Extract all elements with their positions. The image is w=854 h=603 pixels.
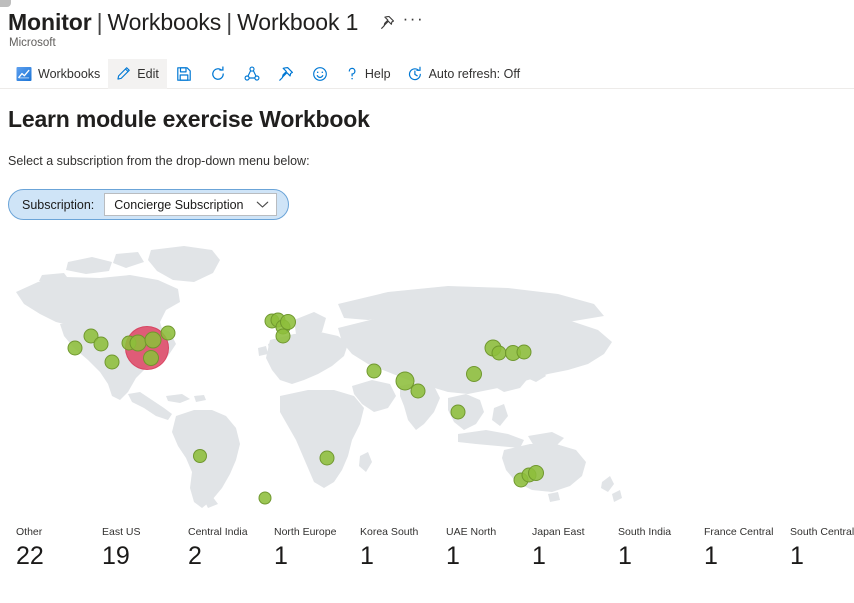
map-marker-us-west[interactable]	[104, 354, 120, 370]
region-stat-value: 1	[704, 542, 718, 570]
region-stat-cell[interactable]: Other 22	[16, 526, 102, 572]
command-feedback[interactable]	[303, 59, 337, 89]
region-stat-label: Other	[16, 526, 43, 538]
region-stat-cell[interactable]: Japan East 1	[532, 526, 618, 572]
subscription-label: Subscription:	[22, 197, 95, 212]
subscription-dropdown-value: Concierge Subscription	[114, 197, 244, 212]
region-stat-cell[interactable]: South India 1	[618, 526, 704, 572]
share-icon	[244, 66, 260, 82]
command-help-label: Help	[364, 66, 391, 81]
region-stat-cell[interactable]: East US 19	[102, 526, 188, 572]
region-stat-cell[interactable]: Central India 2	[188, 526, 274, 572]
world-map-visualization[interactable]	[8, 244, 846, 512]
breadcrumb-separator-1: |	[96, 9, 103, 35]
region-stat-value: 2	[188, 542, 202, 570]
region-stat-label: UAE North	[446, 526, 497, 538]
region-stat-cell[interactable]: Korea South 1	[360, 526, 446, 572]
map-marker-canada-central[interactable]	[93, 336, 109, 352]
region-stat-value: 1	[274, 542, 288, 570]
region-stat-label: Central India	[188, 526, 248, 538]
map-marker-france-central[interactable]	[275, 328, 291, 344]
region-stat-cell[interactable]: South Central US 1	[790, 526, 854, 572]
command-workbooks-label: Workbooks	[38, 66, 101, 81]
workbook-body: Learn module exercise Workbook Select a …	[0, 106, 854, 572]
map-markers-layer	[8, 244, 846, 512]
pin-icon	[278, 66, 294, 82]
map-marker-japan-east[interactable]	[516, 344, 532, 360]
map-marker-us-northeast[interactable]	[160, 325, 176, 341]
map-marker-us-northwest[interactable]	[67, 340, 83, 356]
map-marker-south-india[interactable]	[410, 383, 426, 399]
workbook-description: Select a subscription from the drop-down…	[8, 154, 310, 168]
region-stat-value: 1	[532, 542, 546, 570]
pin-blade-button[interactable]	[376, 11, 398, 33]
map-marker-us-southeast[interactable]	[143, 350, 159, 366]
breadcrumb-segment-workbooks[interactable]: Workbooks	[107, 9, 221, 35]
breadcrumb-segment-workbook-1: Workbook 1	[237, 9, 359, 35]
more-options-button[interactable]: ···	[402, 10, 424, 33]
command-pin[interactable]	[269, 59, 303, 89]
title-actions: ···	[376, 10, 424, 33]
map-marker-south-atlantic[interactable]	[258, 491, 272, 505]
refresh-icon	[210, 65, 226, 82]
command-save[interactable]	[167, 59, 201, 89]
region-stat-label: Korea South	[360, 526, 419, 538]
save-icon	[176, 66, 192, 82]
region-stat-value: 1	[790, 542, 804, 570]
region-stat-label: North Europe	[274, 526, 337, 538]
region-stat-value: 22	[16, 542, 44, 570]
region-stat-cell[interactable]: France Central 1	[704, 526, 790, 572]
map-marker-brazil-south[interactable]	[193, 449, 207, 463]
page-header: Monitor | Workbooks | Workbook 1 ··· Microso…	[0, 0, 854, 49]
map-marker-australia-east[interactable]	[528, 465, 544, 481]
subscription-dropdown[interactable]: Concierge Subscription	[104, 193, 277, 216]
command-auto-refresh[interactable]: Auto refresh: Off	[399, 59, 528, 89]
command-auto-refresh-label: Auto refresh: Off	[428, 66, 521, 81]
region-stat-label: South India	[618, 526, 672, 538]
smiley-icon	[312, 66, 328, 82]
parameters-bar: Subscription: Concierge Subscription	[8, 189, 289, 220]
command-refresh[interactable]	[201, 59, 235, 89]
command-edit[interactable]: Edit	[108, 58, 167, 89]
pin-icon	[380, 15, 395, 30]
map-marker-china-east[interactable]	[466, 366, 482, 382]
region-stat-cell[interactable]: UAE North 1	[446, 526, 532, 572]
breadcrumb-segment-monitor[interactable]: Monitor	[8, 9, 92, 35]
region-stat-value: 19	[102, 542, 130, 570]
page-subtitle: Microsoft	[9, 37, 56, 49]
page-title: Monitor | Workbooks | Workbook 1	[8, 7, 358, 37]
region-stat-label: East US	[102, 526, 141, 538]
region-stats-row: Other 22 East US 19 Central India 2 North Euro…	[8, 526, 854, 572]
region-stat-label: South Central US	[790, 526, 854, 538]
command-share[interactable]	[235, 59, 269, 89]
question-icon	[345, 66, 359, 82]
command-edit-label: Edit	[137, 66, 159, 81]
region-stat-value: 1	[618, 542, 632, 570]
clock-icon	[407, 66, 423, 82]
chevron-down-icon	[256, 200, 269, 209]
map-marker-us-east-1[interactable]	[144, 331, 162, 349]
region-stat-value: 1	[360, 542, 374, 570]
region-stat-label: Japan East	[532, 526, 585, 538]
map-marker-south-africa[interactable]	[319, 450, 335, 466]
workbooks-icon	[16, 66, 32, 82]
region-stat-value: 1	[446, 542, 460, 570]
map-marker-uae-north[interactable]	[366, 363, 382, 379]
pencil-icon	[116, 66, 131, 81]
breadcrumb-separator-2: |	[226, 9, 233, 35]
workbook-title: Learn module exercise Workbook	[8, 106, 370, 132]
region-stat-label: France Central	[704, 526, 774, 538]
command-workbooks[interactable]: Workbooks	[8, 59, 108, 89]
region-stat-cell[interactable]: North Europe 1	[274, 526, 360, 572]
command-help[interactable]: Help	[337, 59, 399, 89]
breadcrumb: Monitor | Workbooks | Workbook 1 ···	[8, 6, 854, 38]
command-bar: Workbooks Edit Help Auto refresh: Off	[0, 58, 854, 89]
map-marker-southeast-asia[interactable]	[450, 404, 466, 420]
